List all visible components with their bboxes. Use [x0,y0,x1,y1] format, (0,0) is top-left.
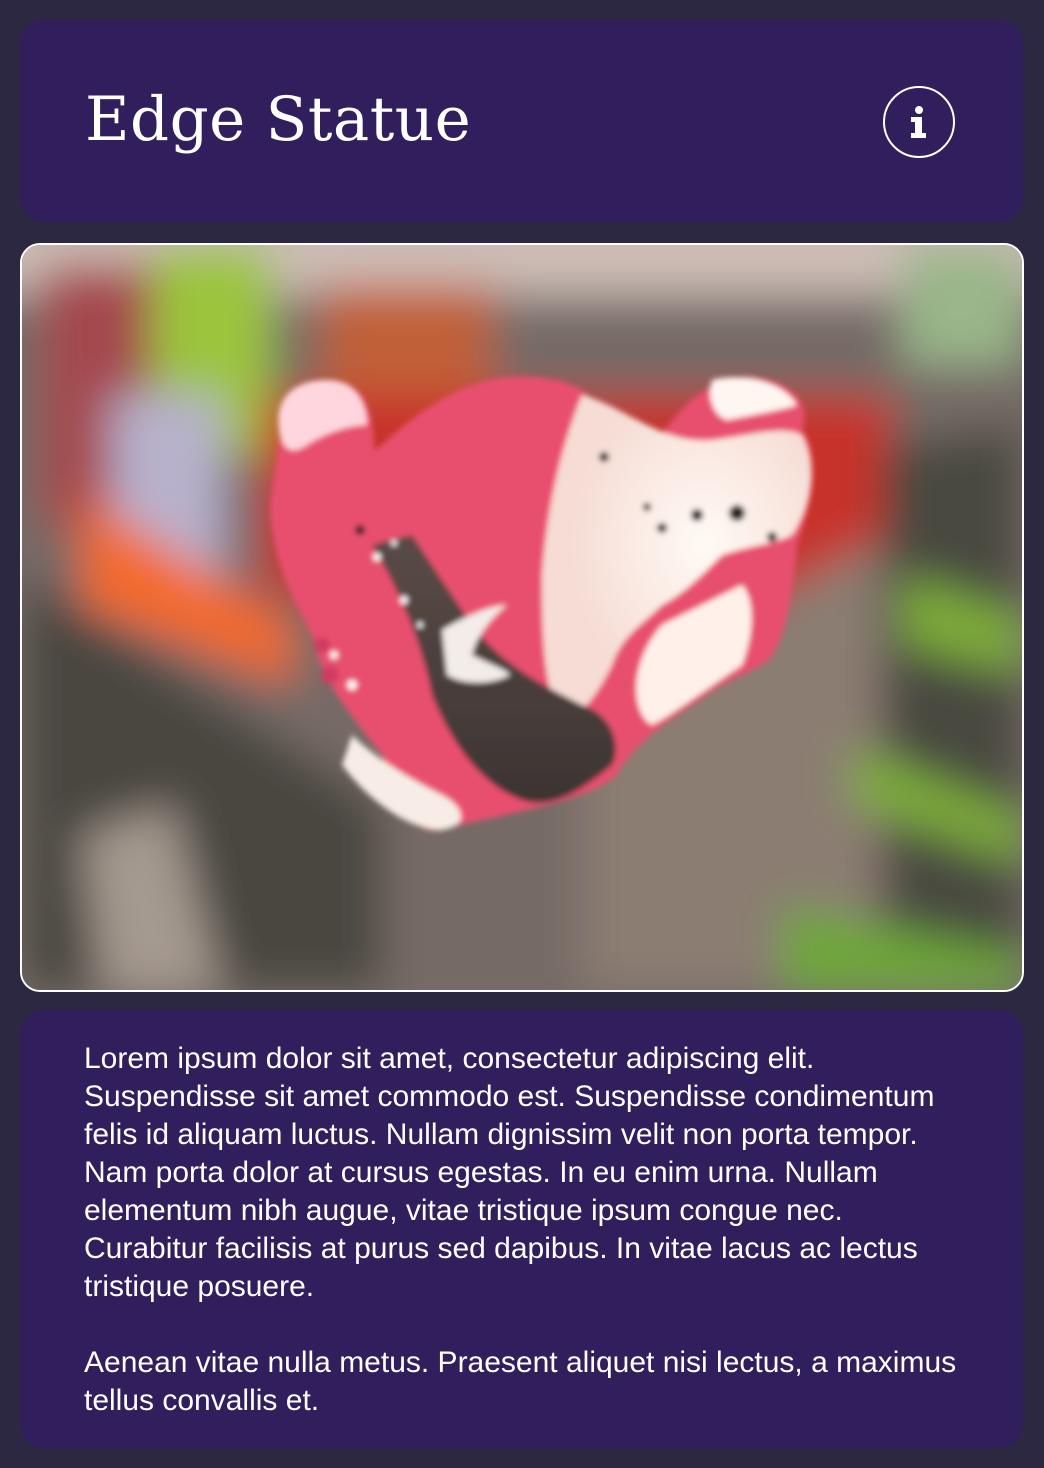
scene-background [22,245,1022,990]
page-title: Edge Statue [85,84,472,155]
model-viewer[interactable] [20,243,1024,992]
header-card: Edge Statue [20,20,1023,222]
info-icon [911,106,926,138]
description-card: Lorem ipsum dolor sit amet, consectetur … [20,1010,1023,1448]
info-button[interactable] [883,86,955,158]
description-paragraph: Lorem ipsum dolor sit amet, consectetur … [84,1042,935,1303]
description-paragraph: Aenean vitae nulla metus. Praesent aliqu… [84,1346,957,1417]
description-text: Lorem ipsum dolor sit amet, consectetur … [84,1040,974,1420]
